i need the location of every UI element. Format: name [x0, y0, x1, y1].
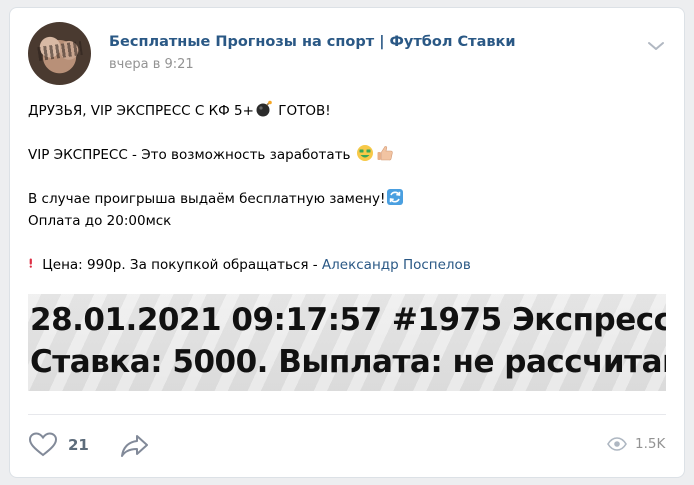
like-button[interactable]: 21	[28, 432, 89, 458]
post-card: Бесплатные Прогнозы на спорт | Футбол Ст…	[9, 7, 685, 478]
money-face-icon	[356, 145, 373, 161]
heart-icon	[28, 432, 58, 457]
contact-link[interactable]: Александр Поспелов	[322, 257, 471, 273]
text-segment: ДРУЗЬЯ, VIP ЭКСПРЕСС С КФ 5+	[28, 103, 254, 119]
divider	[28, 414, 666, 415]
text-line-5: Цена: 990р. За покупкой обращаться - Але…	[28, 254, 668, 276]
post-time[interactable]: вчера в 9:21	[109, 57, 194, 72]
text-segment: VIP ЭКСПРЕСС - Это возможность заработат…	[28, 147, 351, 163]
share-button[interactable]	[120, 434, 150, 462]
image-text-line-1: 28.01.2021 09:17:57 #1975 Экспресс (5.04…	[30, 302, 666, 338]
chevron-down-icon[interactable]	[646, 38, 666, 52]
text-line-1: ДРУЗЬЯ, VIP ЭКСПРЕСС С КФ 5+ ГОТОВ!	[28, 100, 668, 122]
eye-icon	[607, 437, 627, 451]
author-name[interactable]: Бесплатные Прогнозы на спорт | Футбол Ст…	[109, 34, 516, 50]
thumbs-up-icon	[377, 146, 393, 161]
post-text: ДРУЗЬЯ, VIP ЭКСПРЕСС С КФ 5+ ГОТОВ! VIP …	[28, 100, 668, 276]
avatar[interactable]	[28, 22, 91, 85]
post-image[interactable]: 28.01.2021 09:17:57 #1975 Экспресс (5.04…	[28, 294, 666, 391]
text-segment: Цена: 990р. За покупкой обращаться -	[38, 257, 322, 273]
red-exclamation-icon	[29, 258, 32, 268]
share-arrow-icon	[121, 435, 148, 457]
like-count: 21	[68, 436, 89, 454]
text-segment: ГОТОВ!	[273, 103, 331, 119]
image-text-line-2: Ставка: 5000. Выплата: не рассчитана...	[30, 344, 666, 380]
refresh-icon	[387, 189, 404, 205]
text-segment: В случае проигрыша выдаём бесплатную зам…	[28, 191, 386, 207]
bomb-icon	[256, 100, 272, 117]
views-counter: 1.5K	[607, 436, 665, 452]
text-line-4: Оплата до 20:00мск	[28, 213, 172, 229]
text-line-2: VIP ЭКСПРЕСС - Это возможность заработат…	[28, 144, 668, 166]
views-count: 1.5K	[635, 436, 666, 452]
text-line-3: В случае проигрыша выдаём бесплатную зам…	[28, 188, 668, 210]
